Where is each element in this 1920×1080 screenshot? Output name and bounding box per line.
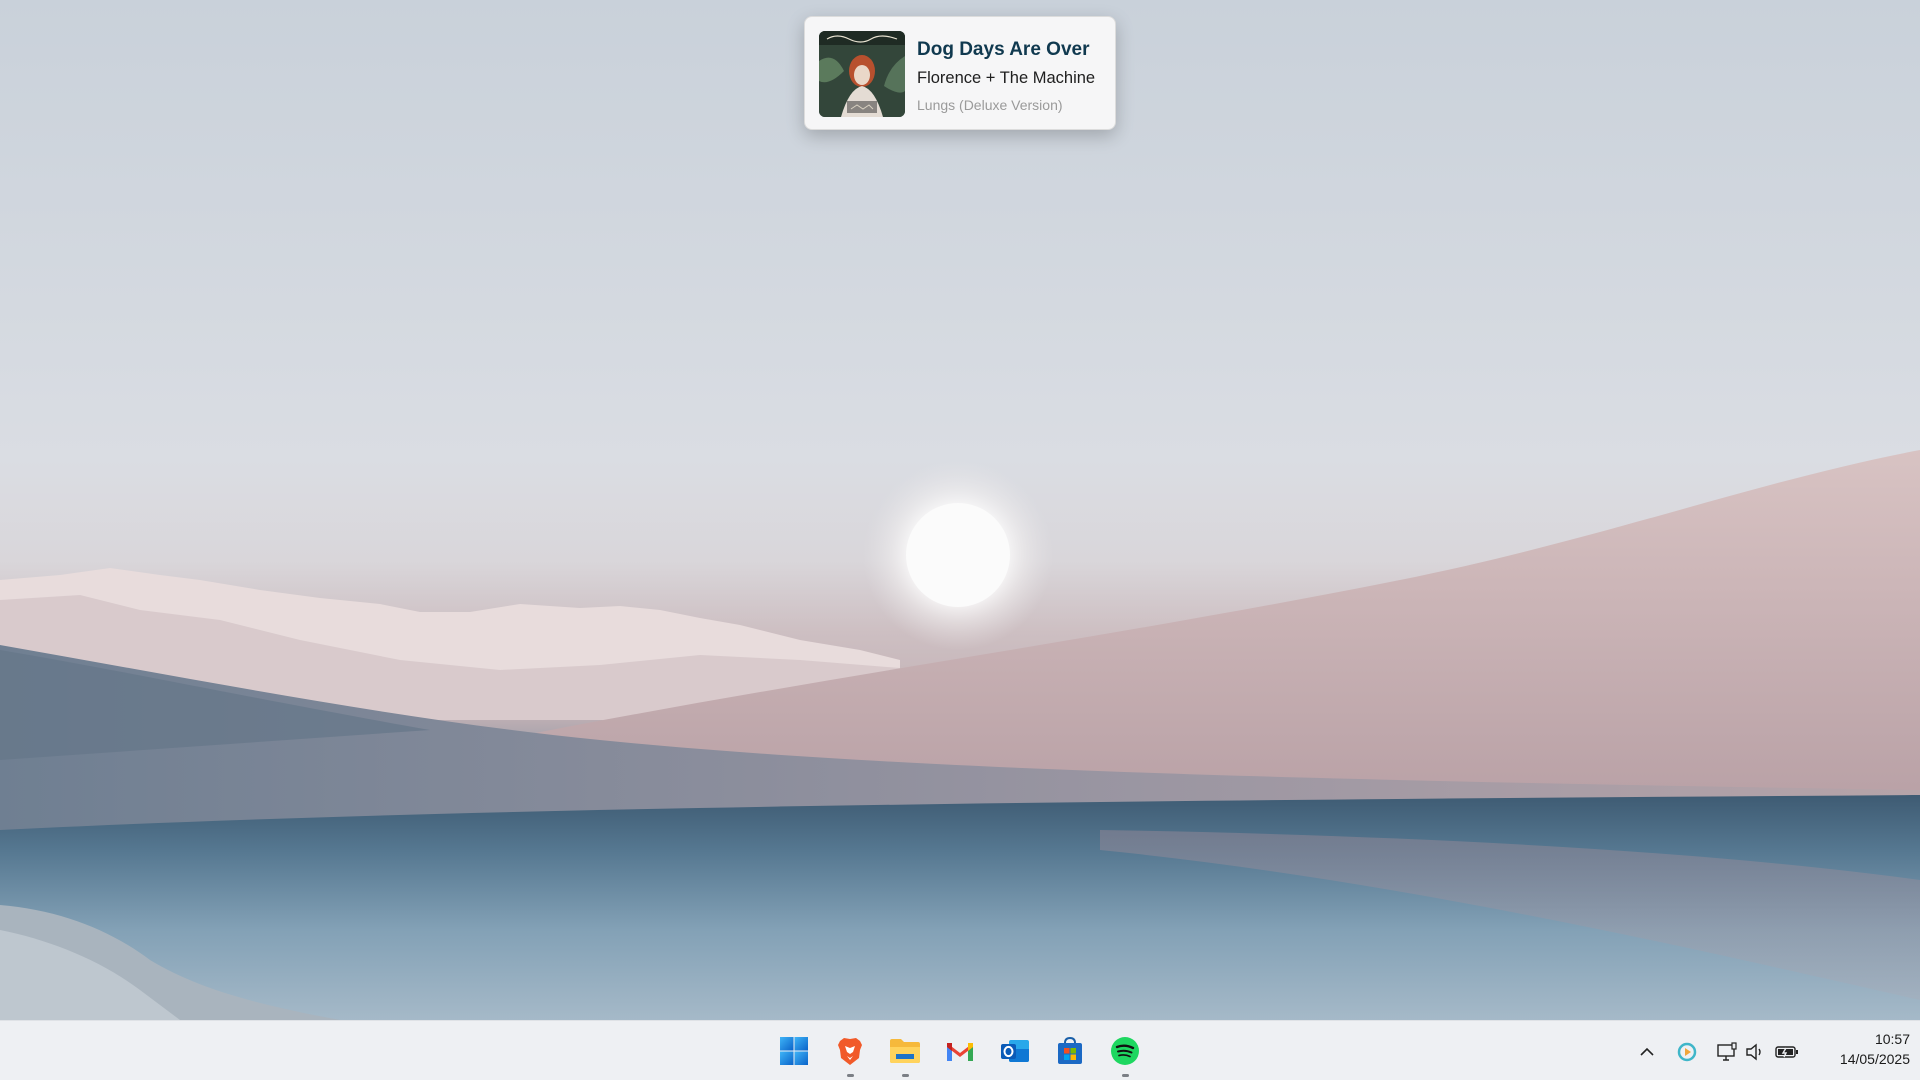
display-network-icon [1717,1042,1737,1061]
chevron-up-icon [1640,1047,1654,1056]
clock-date: 14/05/2025 [1839,1051,1910,1067]
desktop-wallpaper: Dog Days Are Over Florence + The Machine… [0,0,1920,1020]
windows-start-icon [780,1037,808,1065]
microsoft-store-icon [1058,1036,1082,1064]
running-indicator [1122,1074,1129,1077]
brave-taskbar-button[interactable] [830,1031,870,1077]
track-album: Lungs (Deluxe Version) [917,97,1063,113]
running-indicator [847,1074,854,1077]
battery-icon [1775,1046,1798,1058]
outlook-taskbar-button[interactable] [995,1031,1035,1071]
outlook-icon [1001,1040,1029,1062]
network-tray-button[interactable] [1714,1039,1740,1065]
copilot-icon [1677,1042,1697,1062]
running-indicator [902,1074,909,1077]
battery-tray-button[interactable] [1774,1039,1800,1065]
now-playing-popup[interactable]: Dog Days Are Over Florence + The Machine… [804,16,1116,130]
spotify-taskbar-button[interactable] [1105,1031,1145,1077]
wallpaper-image [0,450,1920,1020]
spotify-icon [1111,1037,1139,1065]
volume-tray-button[interactable] [1742,1039,1768,1065]
track-title: Dog Days Are Over [917,39,1090,60]
start-button[interactable] [774,1031,814,1071]
file-explorer-taskbar-button[interactable] [885,1031,925,1077]
album-art [819,31,905,117]
microsoft-store-taskbar-button[interactable] [1050,1031,1090,1071]
copilot-tray-button[interactable] [1674,1039,1700,1065]
brave-browser-icon [838,1038,862,1065]
clock[interactable]: 10:57 14/05/2025 [1810,1029,1910,1069]
track-artist: Florence + The Machine [917,69,1096,87]
clock-time: 10:57 [1874,1031,1910,1047]
gmail-icon [947,1043,973,1061]
volume-icon [1746,1043,1761,1061]
show-hidden-icons-button[interactable] [1634,1039,1660,1065]
file-explorer-icon [890,1039,920,1063]
taskbar [0,1020,1920,1080]
gmail-taskbar-button[interactable] [940,1031,980,1071]
